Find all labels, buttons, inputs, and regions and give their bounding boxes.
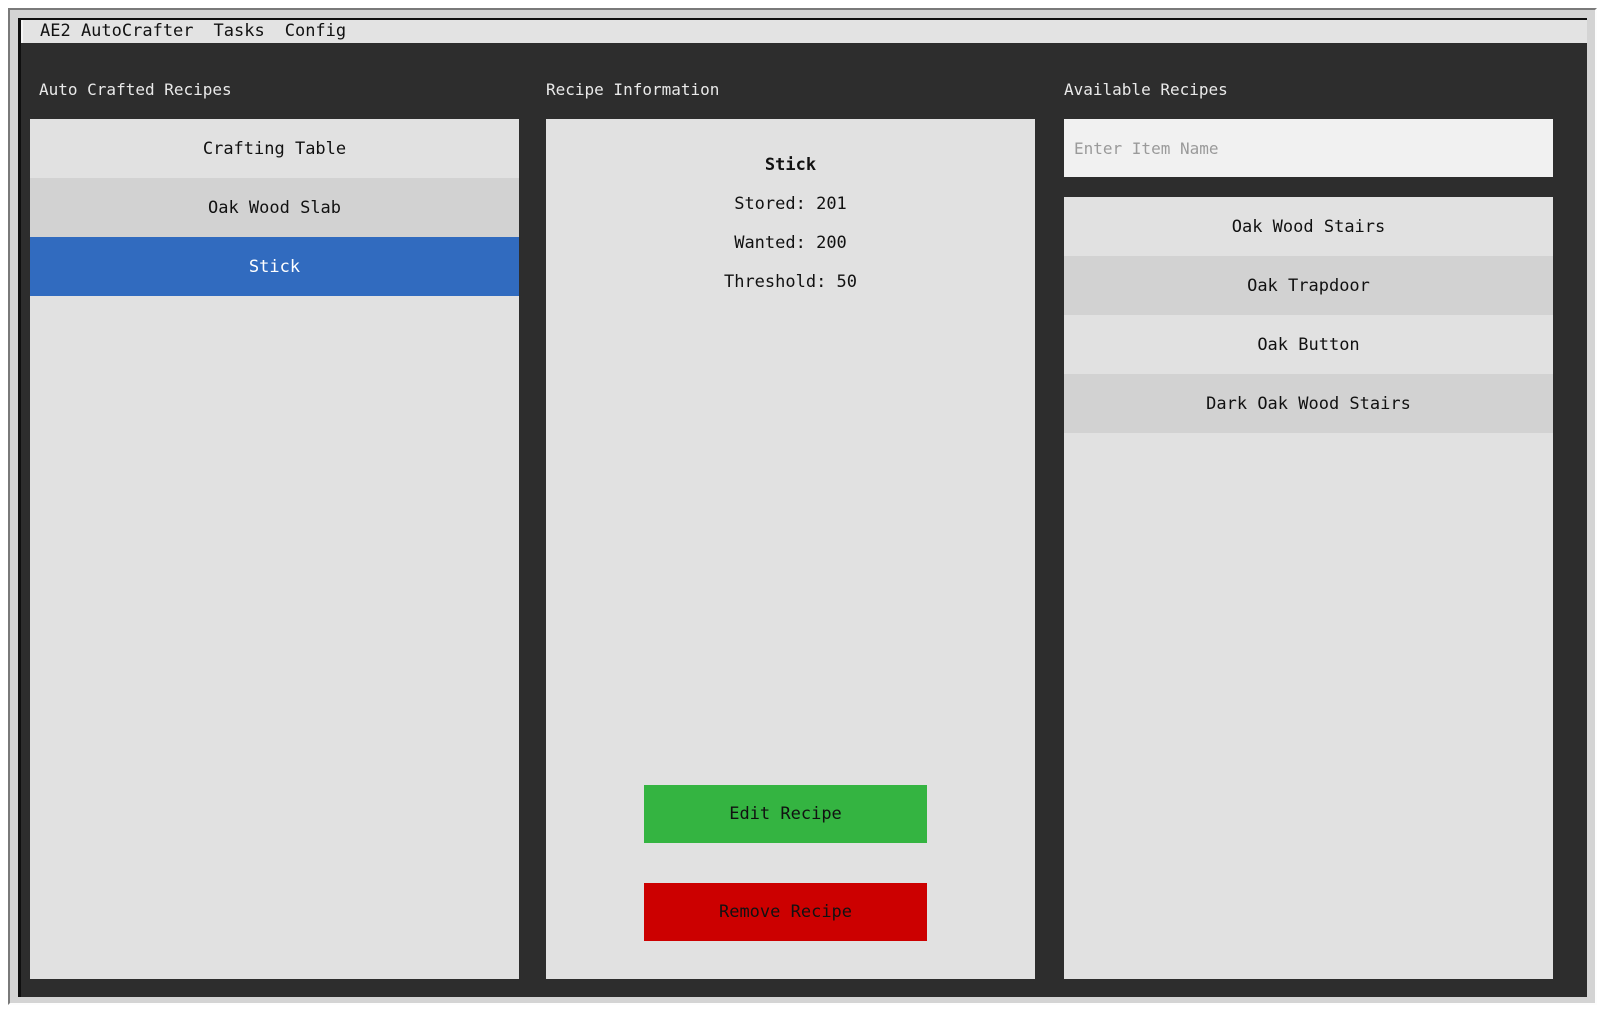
remove-recipe-button[interactable]: Remove Recipe xyxy=(644,883,927,941)
available-item-oak-wood-stairs[interactable]: Oak Wood Stairs xyxy=(1064,197,1553,256)
recipe-stored: Stored: 201 xyxy=(734,194,847,214)
auto-crafted-item-oak-wood-slab[interactable]: Oak Wood Slab xyxy=(30,178,519,237)
menu-item-config[interactable]: Config xyxy=(285,20,346,43)
available-item-dark-oak-wood-stairs[interactable]: Dark Oak Wood Stairs xyxy=(1064,374,1553,433)
auto-crafted-item-stick[interactable]: Stick xyxy=(30,237,519,296)
item-search-input[interactable] xyxy=(1064,119,1553,177)
recipe-info-panel: Stick Stored: 201 Wanted: 200 Threshold:… xyxy=(546,119,1035,979)
recipe-threshold: Threshold: 50 xyxy=(723,272,858,292)
recipe-info-title: Recipe Information xyxy=(546,80,720,99)
available-recipes-list: Oak Wood Stairs Oak Trapdoor Oak Button … xyxy=(1064,197,1553,979)
edit-recipe-button[interactable]: Edit Recipe xyxy=(644,785,927,843)
recipe-name: Stick xyxy=(764,155,817,175)
menu-bar: AE2 AutoCrafter Tasks Config xyxy=(21,20,1587,43)
auto-crafted-list: Crafting Table Oak Wood Slab Stick xyxy=(30,119,519,979)
auto-crafted-item-crafting-table[interactable]: Crafting Table xyxy=(30,119,519,178)
available-recipes-title: Available Recipes xyxy=(1064,80,1228,99)
menu-item-ae2-autocrafter[interactable]: AE2 AutoCrafter xyxy=(40,20,194,43)
app-screen: AE2 AutoCrafter Tasks Config Auto Crafte… xyxy=(18,18,1587,997)
available-item-oak-trapdoor[interactable]: Oak Trapdoor xyxy=(1064,256,1553,315)
auto-crafted-title: Auto Crafted Recipes xyxy=(39,80,232,99)
recipe-wanted: Wanted: 200 xyxy=(734,233,847,253)
available-item-oak-button[interactable]: Oak Button xyxy=(1064,315,1553,374)
menu-item-tasks[interactable]: Tasks xyxy=(214,20,265,43)
